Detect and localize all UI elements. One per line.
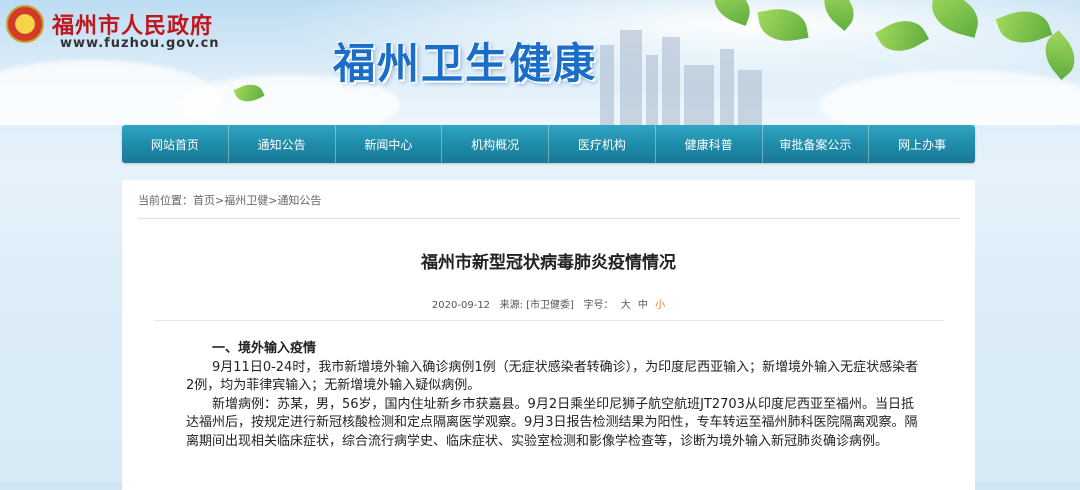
nav-item-medical-institutions[interactable]: 医疗机构 bbox=[549, 125, 656, 163]
nav-item-home[interactable]: 网站首页 bbox=[122, 125, 229, 163]
leaf-decoration bbox=[995, 2, 1053, 52]
leaf-decoration bbox=[874, 11, 930, 61]
city-skyline bbox=[738, 70, 762, 125]
breadcrumb-separator: > bbox=[215, 194, 225, 207]
font-size-large[interactable]: 大 bbox=[621, 300, 631, 311]
header-banner: 福州市人民政府 www.fuzhou.gov.cn 福州卫生健康 bbox=[0, 0, 1080, 125]
leaf-decoration bbox=[926, 0, 984, 38]
main-nav: 网站首页 通知公告 新闻中心 机构概况 医疗机构 健康科普 审批备案公示 网上办… bbox=[122, 125, 975, 163]
font-size-small[interactable]: 小 bbox=[655, 300, 665, 311]
article-date: 2020-09-12 bbox=[431, 300, 491, 311]
article-meta: 2020-09-12 来源: [市卫健委] 字号： 大 中 小 bbox=[122, 296, 975, 311]
breadcrumb-prefix: 当前位置： bbox=[138, 194, 193, 207]
breadcrumb-link-notices[interactable]: 通知公告 bbox=[277, 194, 321, 207]
leaf-decoration bbox=[815, 0, 863, 31]
city-skyline bbox=[684, 65, 714, 125]
article-body: 一、境外输入疫情 9月11日0-24时，我市新增境外输入确诊病例1例（无症状感染… bbox=[186, 340, 926, 451]
city-skyline bbox=[662, 37, 680, 125]
nav-item-news[interactable]: 新闻中心 bbox=[336, 125, 443, 163]
article-paragraph: 9月11日0-24时，我市新增境外输入确诊病例1例（无症状感染者转确诊），为印度… bbox=[186, 359, 919, 394]
cloud-decoration bbox=[820, 70, 1080, 125]
content-panel: 当前位置：首页>福州卫健>通知公告 福州市新型冠状病毒肺炎疫情情况 2020-0… bbox=[122, 180, 975, 490]
city-skyline bbox=[720, 49, 734, 125]
national-emblem-icon bbox=[6, 5, 44, 43]
nav-item-online-services[interactable]: 网上办事 bbox=[869, 125, 975, 163]
breadcrumb-link-fzwj[interactable]: 福州卫健 bbox=[224, 194, 268, 207]
breadcrumb: 当前位置：首页>福州卫健>通知公告 bbox=[138, 192, 321, 208]
article-title: 福州市新型冠状病毒肺炎疫情情况 bbox=[421, 253, 676, 273]
nav-item-about[interactable]: 机构概况 bbox=[442, 125, 549, 163]
article-paragraph: 新增病例：苏某，男，56岁，国内住址新乡市获嘉县。9月2日乘坐印尼狮子航空航班J… bbox=[186, 396, 918, 449]
divider bbox=[154, 320, 943, 321]
leaf-decoration bbox=[757, 4, 809, 46]
nav-item-approvals[interactable]: 审批备案公示 bbox=[763, 125, 870, 163]
leaf-decoration bbox=[708, 0, 756, 26]
nav-item-health-education[interactable]: 健康科普 bbox=[656, 125, 763, 163]
nav-item-notices[interactable]: 通知公告 bbox=[229, 125, 336, 163]
divider bbox=[138, 218, 959, 219]
font-size-medium[interactable]: 中 bbox=[638, 300, 648, 311]
city-skyline bbox=[646, 55, 658, 125]
article-source: [市卫健委] bbox=[526, 300, 574, 311]
city-skyline bbox=[600, 45, 614, 125]
breadcrumb-link-home[interactable]: 首页 bbox=[193, 194, 215, 207]
site-title: 福州卫生健康 bbox=[333, 39, 598, 88]
font-size-label: 字号： bbox=[583, 300, 614, 311]
city-skyline bbox=[620, 30, 642, 125]
gov-url: www.fuzhou.gov.cn bbox=[60, 36, 220, 51]
section-heading: 一、境外输入疫情 bbox=[212, 341, 317, 356]
source-label: 来源: bbox=[499, 300, 523, 311]
